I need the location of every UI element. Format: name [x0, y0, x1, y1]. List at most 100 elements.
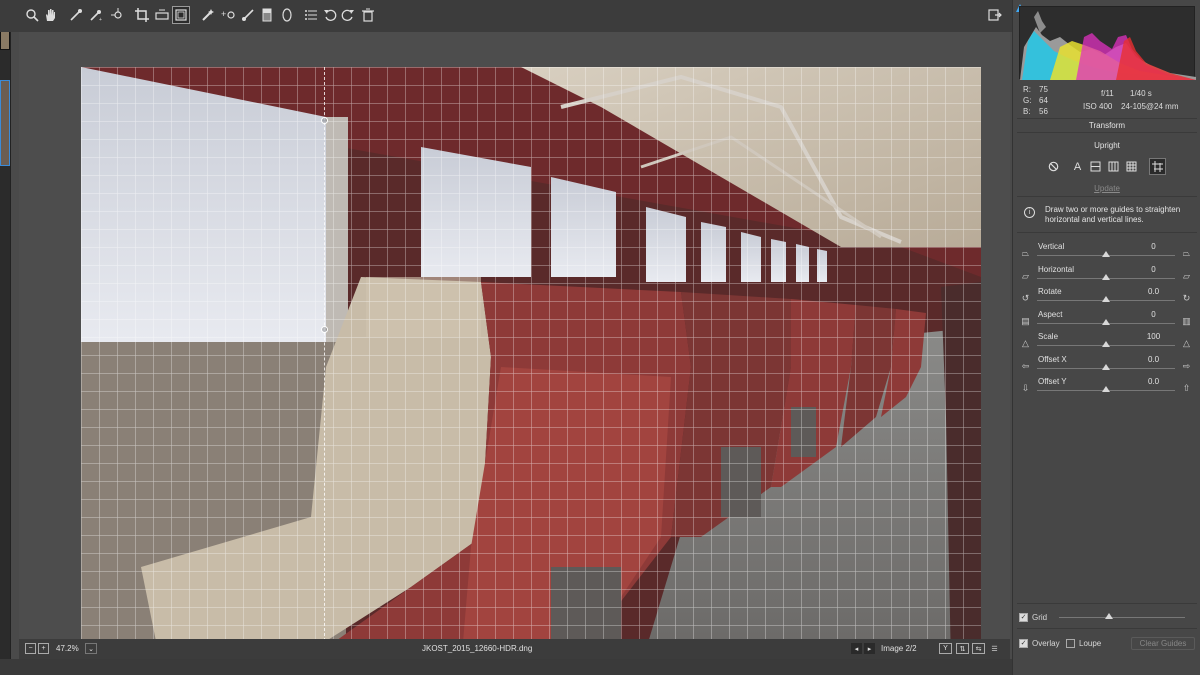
rgb-g-label: G: [1023, 96, 1032, 105]
before-after-view-button[interactable]: Y [939, 643, 952, 654]
upright-full-icon[interactable] [1123, 158, 1140, 175]
zoom-icon[interactable] [24, 7, 40, 23]
svg-text:+: + [99, 17, 102, 22]
adjustment-brush-icon[interactable] [240, 7, 256, 23]
scale-right-icon: △ [1183, 338, 1190, 348]
guided-hint: Draw two or more guides to straighten ho… [1045, 205, 1181, 224]
rotate-thumb[interactable] [1102, 296, 1110, 302]
guide-endpoint[interactable] [321, 326, 328, 333]
color-sampler-icon[interactable]: + [88, 7, 104, 23]
divider [1017, 232, 1197, 233]
scale-thumb[interactable] [1102, 341, 1110, 347]
offset-x-thumb[interactable] [1102, 363, 1110, 370]
scale-value[interactable]: 100 [1141, 332, 1166, 341]
guide-endpoint[interactable] [321, 117, 328, 124]
rgb-b-label: B: [1023, 107, 1031, 116]
vertical-thumb[interactable] [1102, 251, 1110, 257]
swap-settings-button[interactable]: ⇅ [956, 643, 969, 654]
aspect-thumb[interactable] [1102, 318, 1110, 325]
update-link[interactable]: Update [1013, 184, 1200, 193]
image-counter: Image 2/2 [881, 644, 917, 653]
offset-x-label: Offset X [1038, 354, 1067, 364]
rgb-r-label: R: [1023, 85, 1031, 94]
white-balance-icon[interactable] [68, 7, 84, 23]
upright-vertical-icon[interactable] [1105, 158, 1122, 175]
targeted-adjustment-icon[interactable] [110, 7, 126, 23]
offset-y-thumb[interactable] [1102, 386, 1110, 392]
scale-slider-row: △ Scale 100 △ [1013, 332, 1200, 354]
horizontal-right-icon: ⏥ [1183, 270, 1190, 281]
right-panel: R: 75 G: 64 B: 56 f/11 1/40 s ISO 400 24… [1012, 0, 1200, 675]
photo-preview[interactable] [81, 67, 981, 666]
spot-removal-icon[interactable] [200, 7, 216, 23]
horizontal-left-icon: ⏥ [1022, 270, 1029, 281]
aspect-value[interactable]: 0 [1141, 310, 1166, 319]
grid-size-thumb[interactable] [1105, 613, 1114, 619]
loupe-checkbox[interactable] [1066, 639, 1075, 648]
transform-icon[interactable] [172, 6, 190, 24]
horizontal-slider-row: ⏥ Horizontal 0 ⏥ [1013, 265, 1200, 287]
hand-icon[interactable] [42, 7, 58, 23]
rgb-b-value: 56 [1039, 107, 1048, 116]
overlay-label: Overlay [1032, 639, 1060, 648]
divider [1017, 196, 1197, 197]
loupe-label: Loupe [1079, 639, 1102, 648]
svg-text:+: + [221, 9, 226, 19]
rotate-slider-row: ↺ Rotate 0.0 ↻ [1013, 287, 1200, 309]
view-settings-icon[interactable]: ☰ [988, 643, 1001, 654]
vertical-right-icon: ⏢ [1182, 248, 1191, 258]
zoom-out-button[interactable]: − [25, 643, 36, 654]
prev-image-button[interactable]: ◂ [851, 643, 862, 654]
grid-size-track[interactable] [1059, 617, 1185, 618]
straighten-icon[interactable] [154, 7, 170, 23]
crop-icon[interactable] [134, 7, 150, 23]
rotate-label: Rotate [1038, 287, 1062, 296]
offset-y-slider-row: ⇩ Offset Y 0.0 ⇧ [1013, 377, 1200, 399]
upright-auto-button[interactable]: A [1069, 158, 1086, 175]
overlay-checkbox[interactable]: ✓ [1019, 639, 1028, 648]
film-thumbnail-selected[interactable] [0, 80, 10, 166]
rotate-value[interactable]: 0.0 [1141, 287, 1166, 296]
filename: JKOST_2015_12660-HDR.dng [422, 644, 533, 653]
toolbar: + + [0, 0, 1012, 32]
zoom-level[interactable]: 47.2% [56, 644, 79, 653]
offset-x-slider-row: ⇦ Offset X 0.0 ⇨ [1013, 355, 1200, 377]
offset-x-value[interactable]: 0.0 [1141, 355, 1166, 364]
rotate-ccw-icon[interactable] [322, 7, 338, 23]
aperture: f/11 [1101, 89, 1114, 98]
upright-off-icon[interactable] [1045, 158, 1062, 175]
filmstrip [0, 0, 11, 675]
upright-guided-icon[interactable] [1149, 158, 1166, 175]
copy-settings-button[interactable]: ⇆ [972, 643, 985, 654]
vertical-left-icon: ⏢ [1021, 248, 1030, 258]
status-bar: − + 47.2% ⌄ JKOST_2015_12660-HDR.dng ◂ ▸… [19, 639, 1010, 659]
zoom-dropdown[interactable]: ⌄ [85, 643, 97, 654]
rgb-g-value: 64 [1039, 96, 1048, 105]
open-image-icon[interactable] [987, 7, 1003, 23]
canvas-area[interactable] [19, 32, 1010, 666]
graduated-filter-icon[interactable] [259, 7, 275, 23]
divider [1017, 132, 1197, 133]
red-eye-icon[interactable]: + [220, 7, 236, 23]
vertical-value[interactable]: 0 [1141, 242, 1166, 251]
radial-filter-icon[interactable] [279, 7, 295, 23]
preferences-icon[interactable] [303, 7, 319, 23]
horizontal-label: Horizontal [1038, 264, 1075, 274]
next-image-button[interactable]: ▸ [864, 643, 875, 654]
grid-checkbox[interactable]: ✓ [1019, 613, 1028, 622]
horizontal-thumb[interactable] [1102, 273, 1110, 280]
iso: ISO 400 [1083, 102, 1113, 111]
zoom-in-button[interactable]: + [38, 643, 49, 654]
trash-icon[interactable] [360, 7, 376, 23]
info-icon: i [1024, 207, 1035, 218]
clear-guides-button[interactable]: Clear Guides [1131, 637, 1195, 650]
aspect-right-icon: ▥ [1182, 315, 1191, 326]
upright-level-icon[interactable] [1087, 158, 1104, 175]
horizontal-value[interactable]: 0 [1141, 265, 1166, 274]
offset-x-right-icon: ⇨ [1182, 360, 1191, 371]
grid-label: Grid [1032, 613, 1048, 622]
offset-y-value[interactable]: 0.0 [1141, 377, 1166, 386]
rotate-cw-icon[interactable] [340, 7, 356, 23]
rgb-r-value: 75 [1039, 85, 1048, 94]
vertical-guide[interactable] [324, 67, 325, 666]
